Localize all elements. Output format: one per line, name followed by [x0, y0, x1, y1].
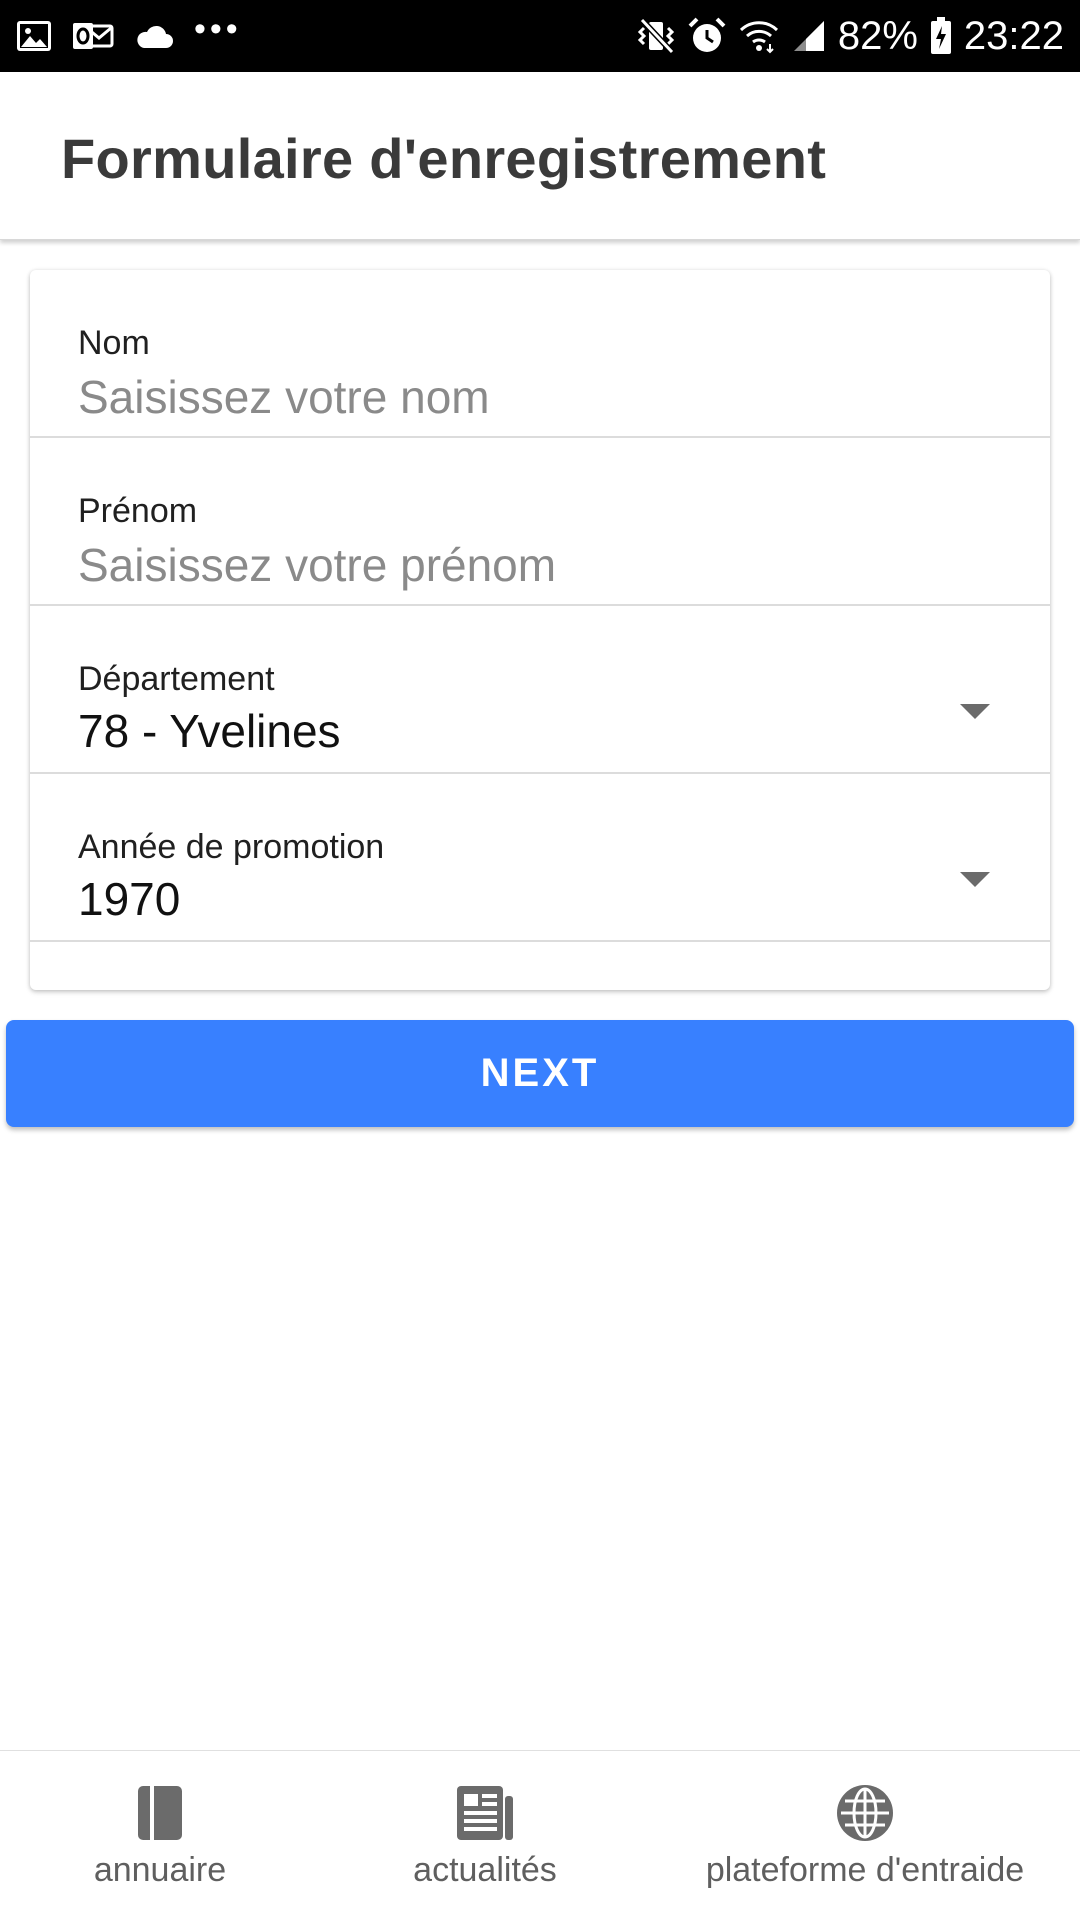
departement-label: Département — [78, 660, 275, 698]
signal-icon — [792, 19, 826, 53]
tab-actualites[interactable]: actualités — [320, 1751, 650, 1920]
more-dots-icon: ••• — [194, 10, 242, 48]
status-bar: ••• 82% 23:22 — [0, 0, 1080, 72]
page-title: Formulaire d'enregistrement — [61, 127, 827, 190]
prenom-label: Prénom — [78, 492, 198, 530]
nom-input[interactable] — [78, 370, 978, 424]
prenom-field[interactable]: Prénom — [30, 438, 1050, 606]
registration-form: Nom Prénom Département 78 - Yvelines Ann… — [30, 270, 1050, 990]
tab-plateforme-entraide-label: plateforme d'entraide — [705, 1851, 1025, 1889]
vibrate-icon — [636, 18, 676, 54]
battery-percent: 82% — [837, 14, 918, 58]
next-button[interactable]: NEXT — [6, 1020, 1074, 1127]
book-icon — [136, 1783, 184, 1843]
caret-down-icon[interactable] — [960, 704, 990, 719]
battery-charging-icon — [930, 17, 952, 55]
prenom-input[interactable] — [78, 538, 978, 592]
form-spacer — [30, 942, 1050, 970]
alarm-icon — [688, 17, 726, 55]
departement-select[interactable]: Département 78 - Yvelines — [30, 606, 1050, 774]
tab-annuaire-label: annuaire — [93, 1851, 227, 1889]
globe-icon — [835, 1783, 895, 1843]
tab-plateforme-entraide[interactable]: plateforme d'entraide — [650, 1751, 1080, 1920]
outlook-icon — [72, 20, 114, 52]
departement-value[interactable]: 78 - Yvelines — [78, 704, 341, 758]
cloud-icon — [134, 22, 174, 50]
tab-annuaire[interactable]: annuaire — [0, 1751, 320, 1920]
annee-promotion-label: Année de promotion — [78, 828, 385, 866]
newspaper-icon — [455, 1783, 515, 1843]
nom-label: Nom — [78, 324, 150, 362]
annee-promotion-value[interactable]: 1970 — [78, 872, 180, 926]
image-icon — [16, 20, 52, 52]
status-bar-right: 82% 23:22 — [624, 16, 1064, 56]
annee-promotion-select[interactable]: Année de promotion 1970 — [30, 774, 1050, 942]
app-header: Formulaire d'enregistrement — [0, 72, 1080, 240]
app-screen: ••• 82% 23:22 Formulaire d'enregistremen… — [0, 0, 1080, 1920]
wifi-icon — [738, 18, 780, 54]
caret-down-icon[interactable] — [960, 872, 990, 887]
bottom-tab-bar: annuaire actualités plateforme d'entraid… — [0, 1750, 1080, 1920]
status-time: 23:22 — [963, 14, 1064, 58]
status-bar-left: ••• — [16, 12, 262, 52]
nom-field[interactable]: Nom — [30, 270, 1050, 438]
tab-actualites-label: actualités — [413, 1851, 557, 1889]
